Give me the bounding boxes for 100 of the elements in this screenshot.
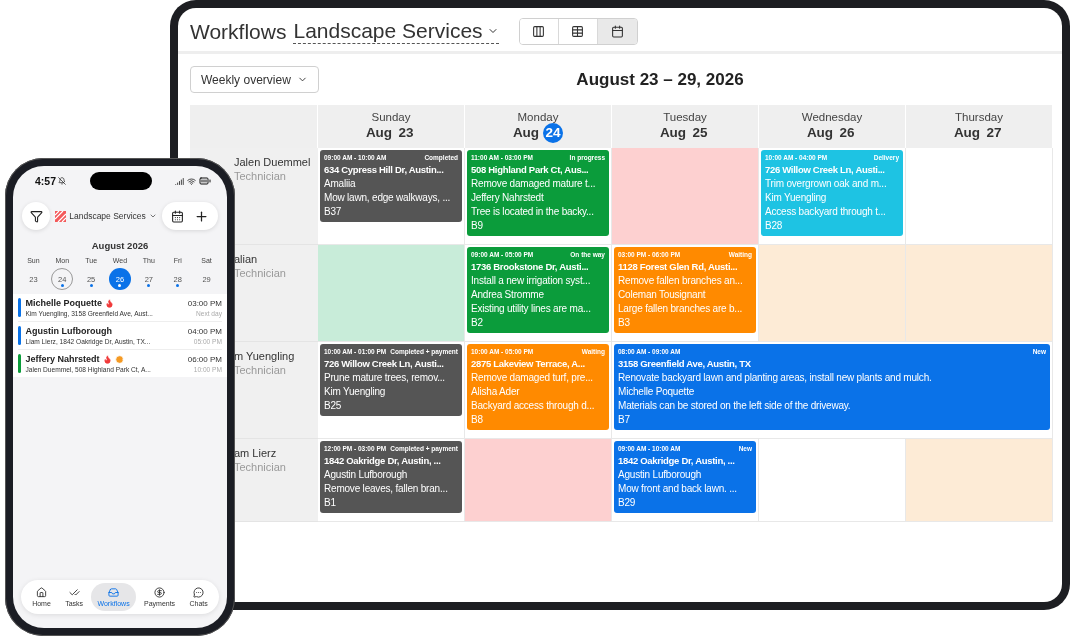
job-detail: Amaliia <box>324 177 356 191</box>
calendar-icon <box>171 209 184 223</box>
job-address: 1842 Oakridge Dr, Austin, ... <box>618 454 735 468</box>
view-toggle-button[interactable] <box>597 19 637 44</box>
job-address: 726 Willow Creek Ln, Austi... <box>324 357 444 371</box>
technician-role: Technician <box>234 267 287 279</box>
calendar-icon <box>610 25 624 38</box>
technician-name: m Yuengling <box>234 350 296 362</box>
weekday-label: Tuesday <box>663 110 707 123</box>
technician-name: am Lierz <box>234 447 278 459</box>
start-time: 06:00 PM <box>187 354 222 364</box>
start-time: 04:00 PM <box>187 326 222 336</box>
job-detail: Prune mature trees, remov... <box>324 371 445 385</box>
job-detail: Remove damaged mature t... <box>471 177 596 191</box>
technician-role: Technician <box>234 170 287 182</box>
job-code: B37 <box>324 205 342 219</box>
job-code: B28 <box>765 219 783 233</box>
battery-icon <box>199 175 211 187</box>
signal-icon <box>175 176 184 186</box>
weekday-label: Thursday <box>955 110 1003 123</box>
today-badge: 24 <box>543 122 564 143</box>
job-code: B25 <box>324 399 342 413</box>
job-address: 2875 Lakeview Terrace, A... <box>471 357 585 371</box>
job-detail: Michelle Poquette <box>618 385 695 399</box>
job-code: B29 <box>618 496 636 510</box>
job-code: B7 <box>618 413 630 427</box>
job-title: Michelle Poquette <box>25 298 102 308</box>
add-button[interactable] <box>194 208 209 224</box>
technician-name: alian <box>234 253 259 265</box>
status-time: 4:57 <box>35 175 56 187</box>
chevron-down-icon <box>148 212 157 220</box>
day-number: 23 <box>397 124 415 142</box>
job-address: 1128 Forest Glen Rd, Austi... <box>618 260 738 274</box>
day-number: 27 <box>985 124 1003 142</box>
workspace-dropdown[interactable]: Landscape Services <box>55 210 157 222</box>
month-title: August 2026 <box>90 240 150 251</box>
job-code: B8 <box>471 413 483 427</box>
filter-icon <box>29 209 43 223</box>
dollar-icon <box>154 587 166 598</box>
date-range-title: August 23 – 29, 2026 <box>576 69 744 90</box>
job-address: 1842 Oakridge Dr, Austin, ... <box>324 454 441 468</box>
columns-icon <box>532 25 546 38</box>
technician-name: Jalen Duemmel <box>234 156 312 168</box>
calendar-button[interactable] <box>171 209 184 223</box>
job-code: B3 <box>618 316 630 330</box>
chat-icon <box>193 587 205 598</box>
job-detail: Coleman Tousignant <box>618 288 706 302</box>
job-address: 726 Willow Creek Ln, Austi... <box>765 163 885 177</box>
job-detail: Remove damaged turf, pre... <box>471 371 593 385</box>
job-detail: Renovate backyard lawn and planting areas, install new plants and mulch. <box>618 371 932 385</box>
job-code: B2 <box>471 316 483 330</box>
filter-button[interactable] <box>22 202 50 230</box>
job-detail: Remove leaves, fallen bran... <box>324 482 448 496</box>
page-title: Workflows <box>190 19 287 44</box>
job-detail: Mow front and back lawn. ... <box>618 482 737 496</box>
job-detail: Trim overgrown oak and m... <box>765 177 887 191</box>
job-title: Jeffery Nahrstedt <box>25 354 100 364</box>
month-label: Aug <box>659 125 687 140</box>
plus-icon <box>194 208 209 224</box>
job-detail: Agustin Lufborough <box>324 468 408 482</box>
weekday-label: Sunday <box>371 110 411 123</box>
bell-off-icon <box>58 177 66 185</box>
job-detail: Existing utility lines are ma... <box>471 302 591 316</box>
job-detail: Large fallen branches are b... <box>618 302 743 316</box>
job-title: Agustin Lufborough <box>25 326 112 336</box>
job-detail: Remove fallen branches an... <box>618 274 743 288</box>
job-detail: Install a new irrigation syst... <box>471 274 591 288</box>
job-detail: Agustin Lufborough <box>618 468 702 482</box>
month-label: Aug <box>365 125 393 140</box>
month-label: Aug <box>512 125 540 140</box>
job-address: 508 Highland Park Ct, Aus... <box>471 163 589 177</box>
day-number: 26 <box>838 124 856 142</box>
job-code: B1 <box>324 496 336 510</box>
table-icon <box>571 25 585 38</box>
job-detail: Jeffery Nahrstedt <box>471 191 544 205</box>
job-code: B9 <box>471 219 483 233</box>
camera-island <box>89 172 152 190</box>
weekday-label: Wednesday <box>801 110 863 123</box>
workspace-dropdown[interactable]: Landscape Services <box>293 19 499 44</box>
job-detail: Kim Yuengling <box>324 385 386 399</box>
stripes-logo-icon <box>55 210 67 222</box>
checkmarks-icon <box>68 587 80 598</box>
job-detail: Access backyard through t... <box>765 205 886 219</box>
job-detail: Kim Yuengling <box>765 191 827 205</box>
job-detail: Backyard access through d... <box>471 399 595 413</box>
wifi-icon <box>187 176 196 186</box>
weekday-label: Monday <box>517 110 559 123</box>
technician-role: Technician <box>234 461 287 473</box>
day-number: 25 <box>691 124 709 142</box>
job-detail: Mow lawn, edge walkways, ... <box>324 191 451 205</box>
view-toggle-button[interactable] <box>519 19 559 44</box>
job-address: 3158 Greenfield Ave, Austin, TX <box>618 357 751 371</box>
technician-role: Technician <box>234 364 287 376</box>
inbox-icon <box>108 587 120 598</box>
job-address: 1736 Brookstone Dr, Austi... <box>471 260 589 274</box>
job-detail: Andrea Stromme <box>471 288 544 302</box>
range-dropdown[interactable]: Weekly overview <box>190 66 319 93</box>
job-address: 634 Cypress Hill Dr, Austin... <box>324 163 444 177</box>
month-label: Aug <box>953 125 981 140</box>
month-label: Aug <box>806 125 834 140</box>
